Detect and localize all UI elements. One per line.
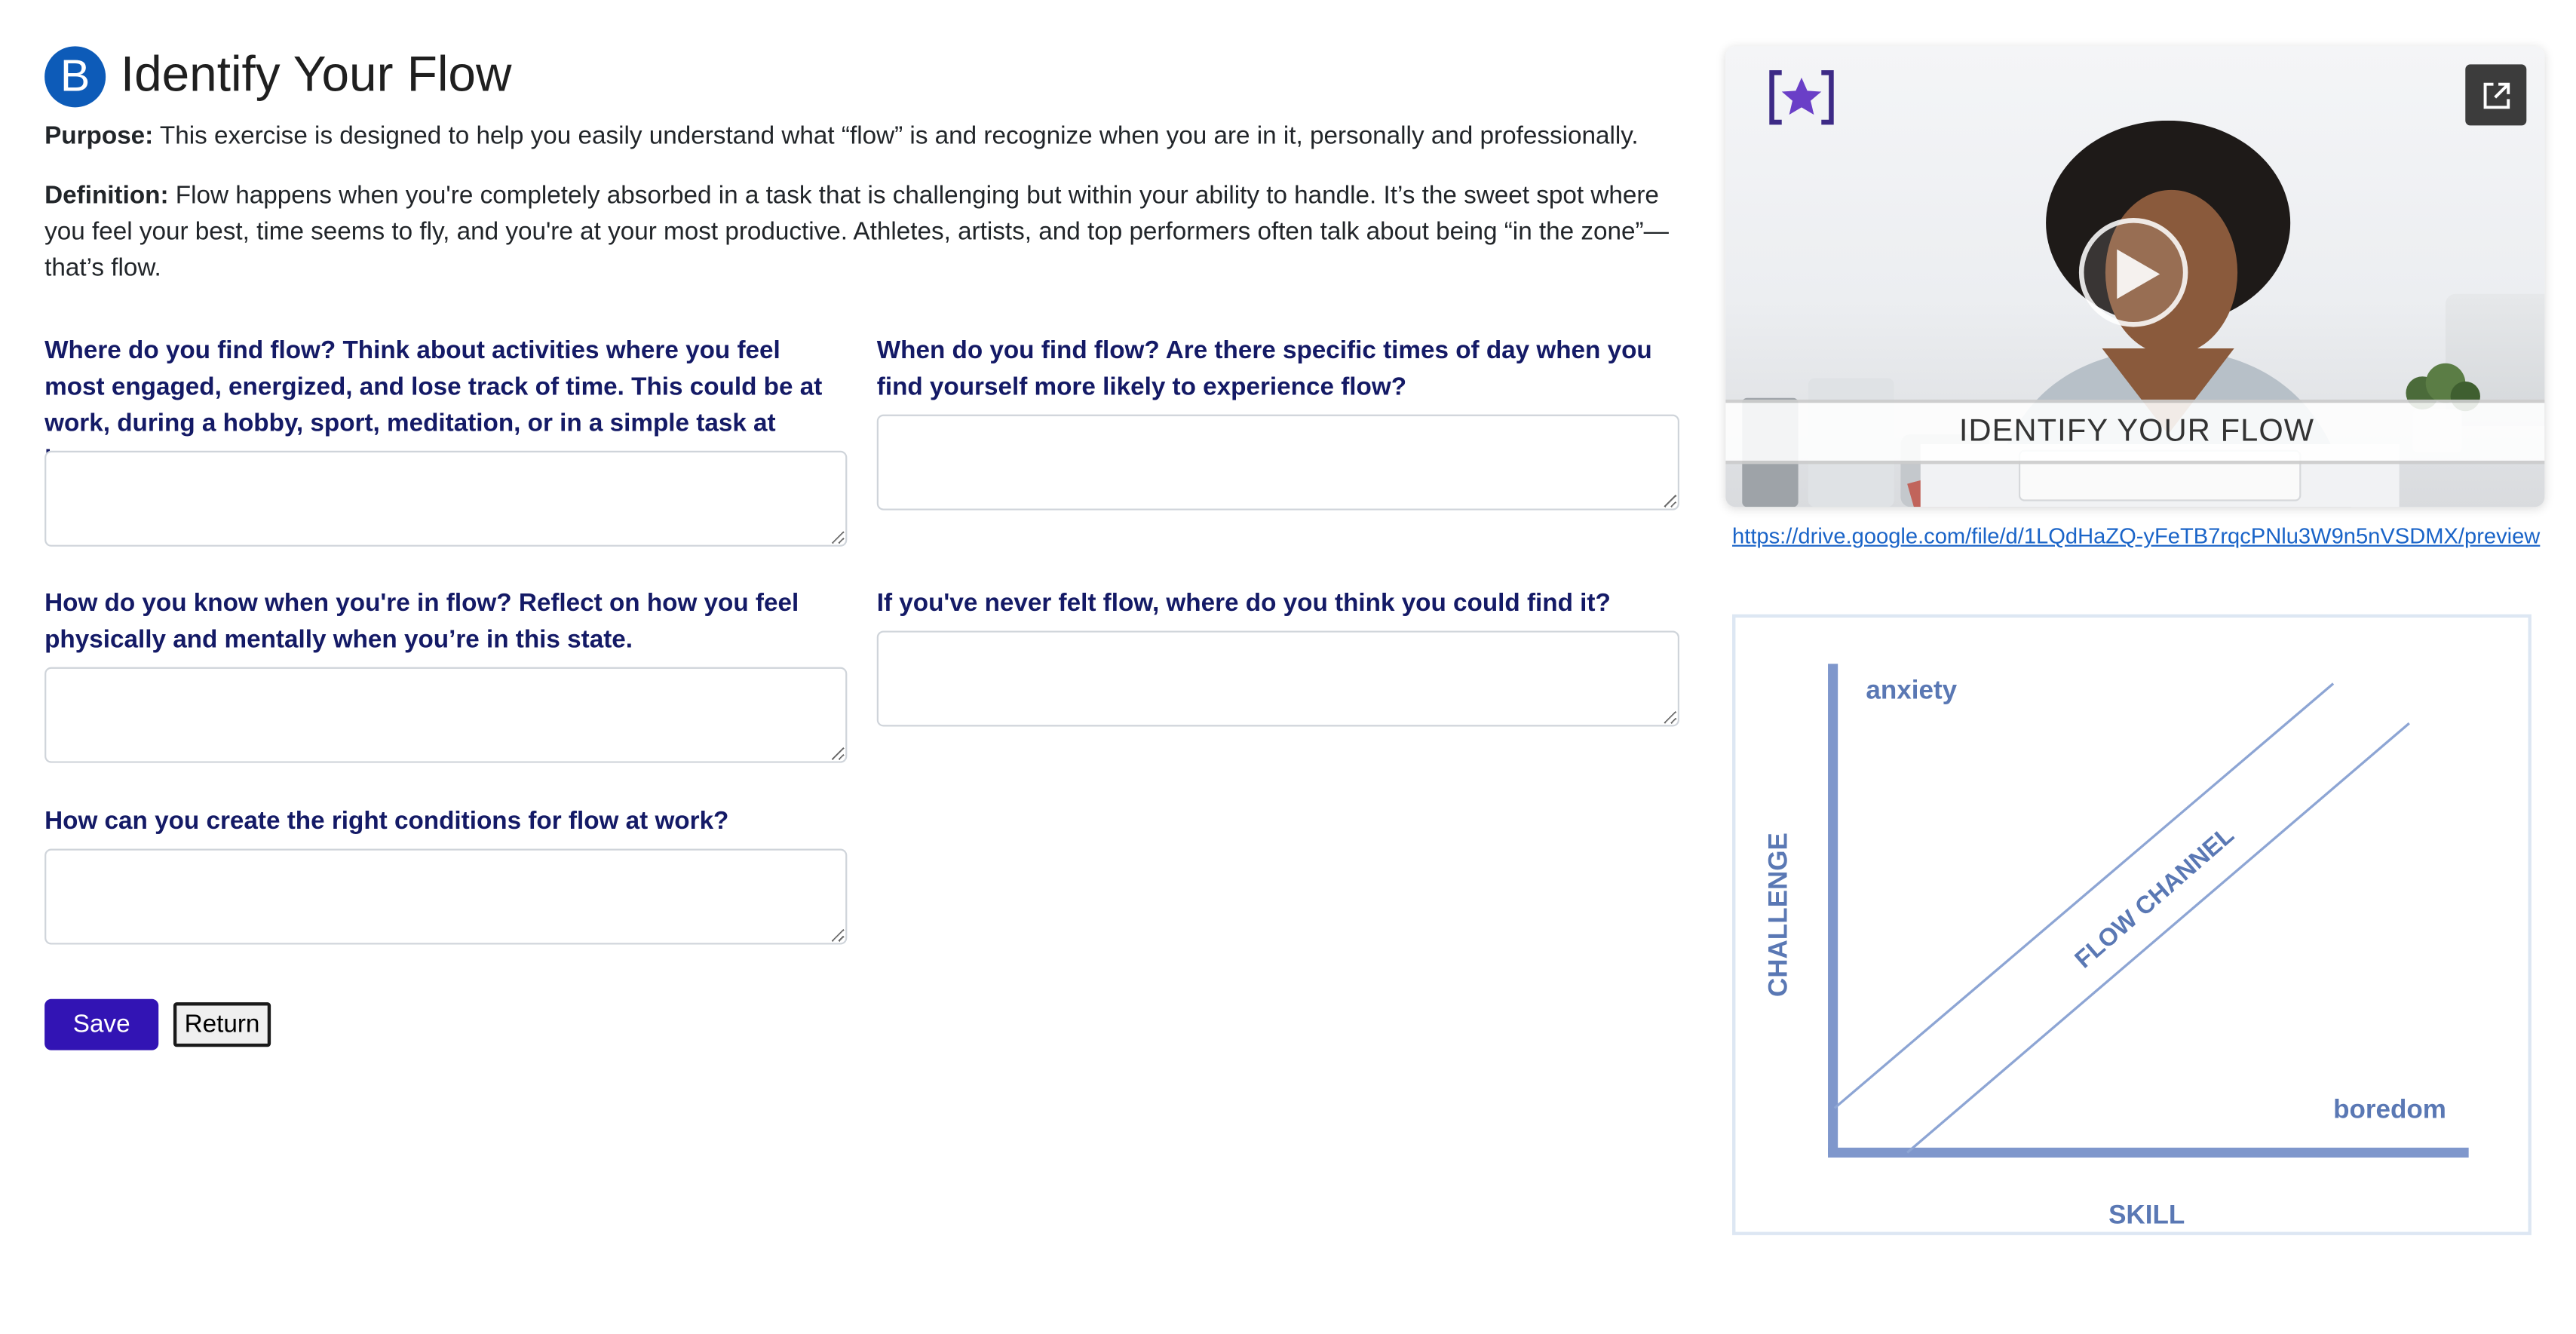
channel-lower-line xyxy=(1906,722,2410,1154)
purpose-text: This exercise is designed to help you ea… xyxy=(153,122,1639,151)
channel-upper-line xyxy=(1833,682,2335,1109)
video-player[interactable]: IDENTIFY YOUR FLOW xyxy=(1725,46,2545,508)
definition-paragraph: Definition: Flow happens when you're com… xyxy=(44,178,1679,287)
question-when-label: When do you find flow? Are there specifi… xyxy=(876,336,1652,402)
question-when-answer[interactable] xyxy=(876,414,1679,511)
question-conditions-answer[interactable] xyxy=(44,848,848,945)
definition-text: Flow happens when you're completely abso… xyxy=(44,181,1669,283)
play-icon[interactable] xyxy=(2078,218,2188,327)
page-title: Identify Your Flow xyxy=(120,48,512,103)
skill-axis-label: SKILL xyxy=(2108,1201,2185,1230)
title-row: B Identify Your Flow xyxy=(44,44,511,107)
question-how-know-label: How do you know when you're in flow? Ref… xyxy=(44,589,799,655)
question-never-felt-answer[interactable] xyxy=(876,630,1679,727)
purpose-paragraph: Purpose: This exercise is designed to he… xyxy=(44,119,1679,155)
flow-channel-label: FLOW CHANNEL xyxy=(2069,820,2239,974)
flow-diagram: anxiety boredom FLOW CHANNEL CHALLENGE S… xyxy=(1732,614,2532,1235)
question-never-felt-label: If you've never felt flow, where do you … xyxy=(876,589,1611,618)
definition-label: Definition: xyxy=(44,181,169,210)
video-banner-title: IDENTIFY YOUR FLOW xyxy=(1958,413,2315,449)
challenge-axis-label: CHALLENGE xyxy=(1763,833,1792,997)
anxiety-label: anxiety xyxy=(1866,675,1957,704)
section-badge: B xyxy=(44,45,106,107)
return-button[interactable]: Return xyxy=(173,1002,271,1047)
question-conditions-label: How can you create the right conditions … xyxy=(44,807,729,836)
purpose-label: Purpose: xyxy=(44,122,154,151)
page-root: B Identify Your Flow Purpose: This exerc… xyxy=(0,0,2576,1334)
video-banner: IDENTIFY YOUR FLOW xyxy=(1725,399,2545,465)
video-link[interactable]: https://drive.google.com/file/d/1LQdHaZQ… xyxy=(1732,522,2540,551)
question-where-answer[interactable] xyxy=(44,450,848,547)
boredom-label: boredom xyxy=(2333,1094,2446,1124)
save-button[interactable]: Save xyxy=(44,998,159,1050)
open-external-icon[interactable] xyxy=(2465,64,2527,126)
question-how-know-answer[interactable] xyxy=(44,667,848,763)
brand-star-logo-icon xyxy=(1769,70,1834,125)
